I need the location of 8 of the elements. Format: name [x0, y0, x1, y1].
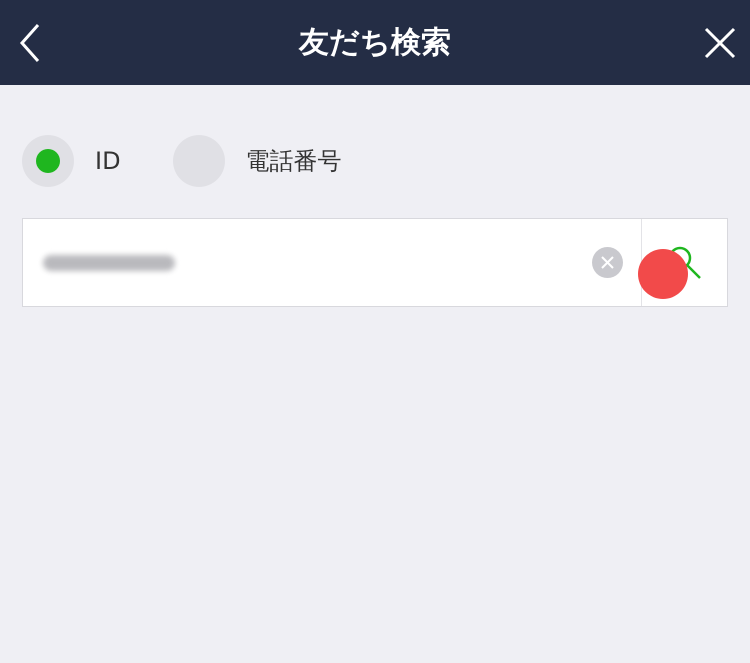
clear-icon [601, 256, 614, 269]
radio-label: ID [95, 147, 121, 175]
window-title: 友だち検索 [299, 24, 451, 62]
radio-label: 電話番号 [246, 146, 342, 177]
back-icon [18, 22, 42, 62]
radio-button[interactable] [22, 135, 74, 187]
close-icon [704, 26, 736, 58]
search-field[interactable] [22, 218, 728, 307]
